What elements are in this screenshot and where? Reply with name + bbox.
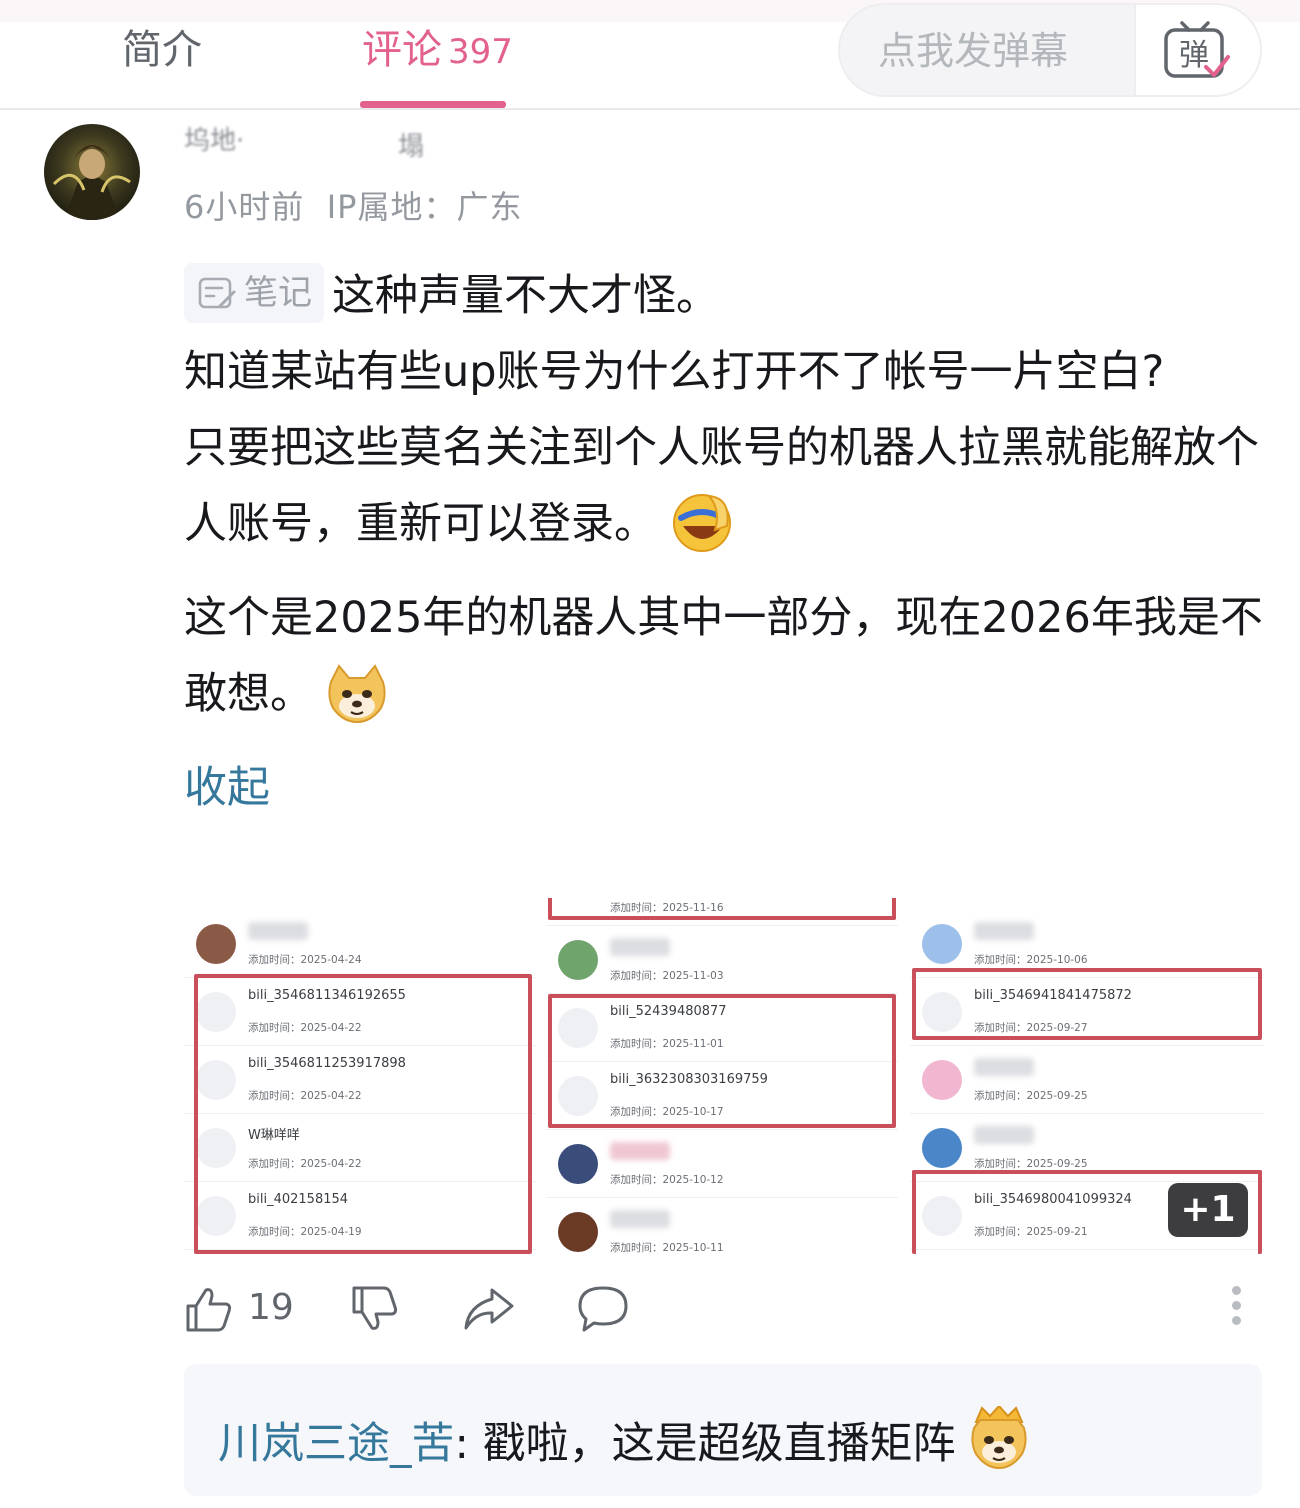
more-images-badge[interactable]: +1 bbox=[1168, 1183, 1248, 1237]
list-item: 添加时间：2025-10-11 bbox=[546, 1198, 898, 1254]
blurred-name bbox=[974, 1058, 1034, 1076]
reply-text: 川岚三途_苦: 戳啦，这是超级直播矩阵 bbox=[218, 1404, 1030, 1488]
comment-username[interactable]: 坞地· 塌 bbox=[184, 118, 464, 164]
comment-line-2: 知道某站有些up账号为什么打开不了帐号一片空白? bbox=[184, 347, 1165, 397]
blurred-name bbox=[248, 922, 308, 940]
list-item: 添加时间：2025-09-25 bbox=[910, 1046, 1264, 1114]
doge-king-emoji bbox=[968, 1404, 1030, 1488]
added-time: 添加时间：2025-09-25 bbox=[974, 1090, 1088, 1102]
avatar bbox=[558, 1144, 598, 1184]
comment-images[interactable]: 添加时间：2025-04-24 bili_3546811346192655 添加… bbox=[184, 898, 1264, 1254]
blurred-name bbox=[610, 938, 670, 956]
comment-time: 6小时前 bbox=[184, 188, 305, 226]
added-time: 添加时间：2025-10-06 bbox=[974, 954, 1088, 966]
avatar bbox=[922, 924, 962, 964]
highlight-box bbox=[548, 994, 896, 1128]
danmu-placeholder: 点我发弹幕 bbox=[878, 29, 1069, 73]
share-button[interactable] bbox=[462, 1278, 516, 1338]
avatar bbox=[922, 1060, 962, 1100]
thumbs-up-icon bbox=[186, 1288, 232, 1332]
added-time: 添加时间：2025-10-12 bbox=[610, 1174, 724, 1186]
thumbs-down-icon bbox=[352, 1286, 398, 1330]
list-item: 添加时间：2025-10-12 bbox=[546, 1130, 898, 1198]
comments-count: 397 bbox=[448, 32, 513, 72]
username-part-2: 塌 bbox=[398, 132, 425, 162]
laughing-cry-emoji bbox=[669, 490, 735, 580]
blurred-name bbox=[974, 922, 1034, 940]
blurred-name bbox=[610, 1210, 670, 1228]
list-item: 添加时间：2025-04-24 bbox=[184, 910, 536, 978]
reply-preview[interactable]: 川岚三途_苦: 戳啦，这是超级直播矩阵 bbox=[184, 1364, 1262, 1496]
highlight-box bbox=[548, 898, 896, 920]
reply-separator: : bbox=[454, 1419, 483, 1469]
dislike-button[interactable] bbox=[350, 1278, 400, 1338]
avatar bbox=[922, 1128, 962, 1168]
doge-emoji bbox=[325, 662, 389, 750]
added-time: 添加时间：2025-10-11 bbox=[610, 1242, 724, 1254]
list-item: 添加时间：2025-11-03 bbox=[546, 926, 898, 994]
avatar[interactable] bbox=[44, 124, 140, 220]
tab-intro[interactable]: 简介 bbox=[122, 26, 202, 74]
tab-comments[interactable]: 评论 397 bbox=[362, 26, 513, 76]
reply-icon bbox=[578, 1286, 628, 1332]
tab-bar: 简介 评论 397 点我发弹幕 弹 bbox=[0, 0, 1300, 110]
highlight-box bbox=[912, 968, 1262, 1040]
highlight-box bbox=[194, 974, 532, 1254]
like-button[interactable]: 19 bbox=[184, 1278, 294, 1338]
collapse-link[interactable]: 收起 bbox=[184, 750, 1264, 826]
note-icon bbox=[198, 277, 236, 309]
added-time: 添加时间：2025-11-03 bbox=[610, 970, 724, 982]
reply-username[interactable]: 川岚三途_苦 bbox=[218, 1419, 455, 1469]
comment-line-1: 这种声量不大才怪。 bbox=[332, 271, 719, 321]
image-panel-1[interactable]: 添加时间：2025-04-24 bili_3546811346192655 添加… bbox=[184, 898, 536, 1254]
comment-actions: 19 bbox=[184, 1278, 1264, 1342]
avatar bbox=[196, 924, 236, 964]
username-part-1: 坞地· bbox=[184, 126, 245, 156]
ip-location: IP属地：广东 bbox=[326, 188, 523, 226]
reply-button[interactable] bbox=[576, 1278, 630, 1338]
blurred-name bbox=[610, 1142, 670, 1160]
image-panel-2[interactable]: 添加时间：2025-11-16 添加时间：2025-11-03 bili_524… bbox=[546, 898, 898, 1254]
blurred-name bbox=[974, 1126, 1034, 1144]
tab-comments-label: 评论 bbox=[362, 27, 442, 73]
danmu-input[interactable]: 点我发弹幕 弹 bbox=[838, 3, 1262, 97]
note-tag-label: 笔记 bbox=[244, 273, 312, 313]
reply-content: 戳啦，这是超级直播矩阵 bbox=[482, 1419, 956, 1469]
danmu-toggle-icon: 弹 bbox=[1164, 21, 1230, 78]
share-icon bbox=[464, 1288, 514, 1330]
added-time: 添加时间：2025-09-25 bbox=[974, 1158, 1088, 1170]
avatar bbox=[558, 940, 598, 980]
like-count: 19 bbox=[248, 1287, 294, 1328]
danmu-toggle-button[interactable]: 弹 bbox=[1134, 5, 1260, 95]
added-time: 添加时间：2025-04-24 bbox=[248, 954, 362, 966]
comment-meta: 6小时前 IP属地：广东 bbox=[184, 186, 522, 228]
active-tab-indicator bbox=[360, 101, 506, 108]
comment-body: 笔记 这种声量不大才怪。 知道某站有些up账号为什么打开不了帐号一片空白? 只要把… bbox=[184, 258, 1264, 826]
avatar bbox=[558, 1212, 598, 1252]
more-icon[interactable] bbox=[1228, 1286, 1244, 1332]
note-tag[interactable]: 笔记 bbox=[184, 263, 324, 323]
